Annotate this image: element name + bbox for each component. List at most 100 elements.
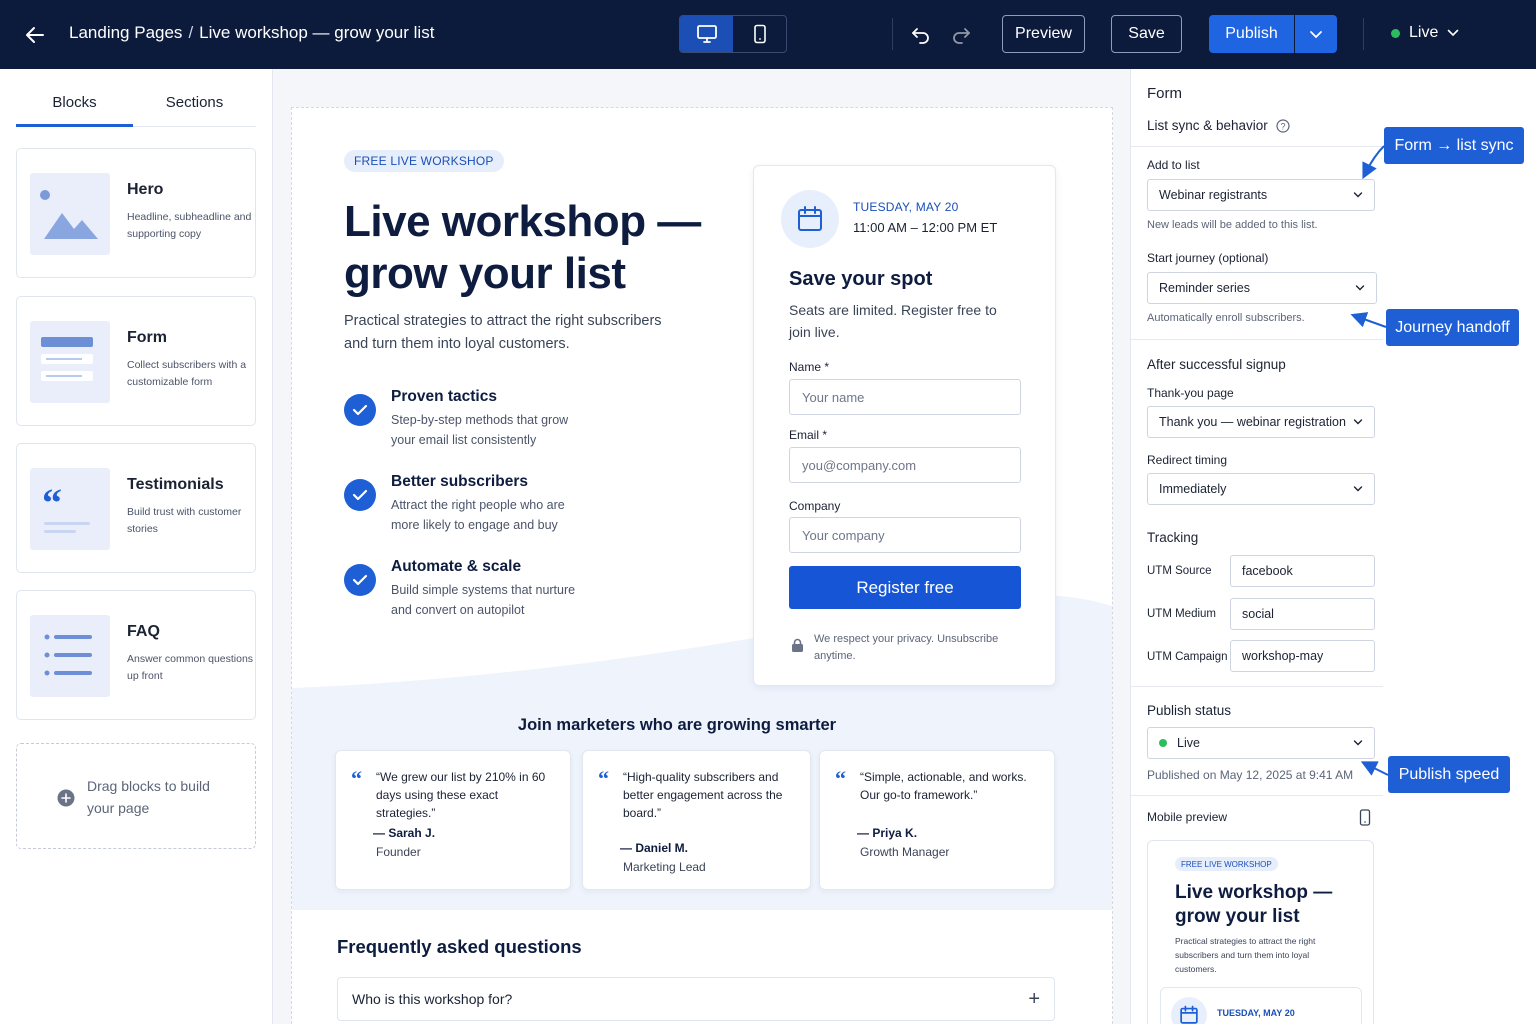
feature-item: Proven tactics Step-by-step methods that… <box>344 388 644 448</box>
testimonial-card[interactable]: “ “We grew our list by 210% in 60 days u… <box>335 750 571 890</box>
faq-question: Who is this workshop for? <box>352 991 513 1007</box>
hero-title[interactable]: Live workshop — grow your list <box>344 196 704 300</box>
register-button[interactable]: Register free <box>789 566 1021 609</box>
thankyou-page-select[interactable]: Thank you — webinar registration <box>1147 406 1375 438</box>
hero-badge: FREE LIVE WORKSHOP <box>344 150 504 172</box>
block-faq[interactable]: FAQ Answer common questions up front <box>16 590 256 720</box>
panel-tabs: Blocks Sections <box>16 91 256 127</box>
feature-description: Build simple systems that nurture and co… <box>391 583 576 617</box>
breadcrumb-current: Live workshop — grow your list <box>199 23 435 42</box>
privacy-note: We respect your privacy. Unsubscribe any… <box>814 633 999 662</box>
plus-circle-icon <box>57 789 75 807</box>
block-drop-zone[interactable]: Drag blocks to build your page <box>16 743 256 849</box>
utm-campaign-input[interactable] <box>1230 640 1375 672</box>
live-status-dot <box>1159 739 1167 747</box>
help-icon[interactable]: ? <box>1276 118 1290 133</box>
desktop-view-button[interactable] <box>680 16 733 52</box>
mobile-hero-subtitle: Practical strategies to attract the righ… <box>1175 936 1316 974</box>
testimonial-card[interactable]: “ “High-quality subscribers and better e… <box>582 750 811 890</box>
feature-title: Better subscribers <box>391 473 528 490</box>
calendar-icon <box>1180 1005 1198 1024</box>
utm-medium-input[interactable] <box>1230 598 1375 630</box>
mobile-form-card: TUESDAY, MAY 20 <box>1160 987 1362 1024</box>
company-field[interactable] <box>789 517 1021 553</box>
lock-icon <box>792 638 803 652</box>
select-value: Webinar registrants <box>1159 188 1268 202</box>
mobile-view-button[interactable] <box>733 16 786 52</box>
mobile-preview[interactable]: FREE LIVE WORKSHOP Live workshop — grow … <box>1147 840 1374 1024</box>
mobile-phone-icon[interactable] <box>1359 809 1371 826</box>
status-label: Live <box>1409 24 1439 41</box>
publish-split-button: Publish <box>1209 15 1337 53</box>
faq-item[interactable]: Who is this workshop for? + <box>337 977 1055 1021</box>
quote-icon: “ <box>42 480 90 533</box>
testimonial-quote: “High-quality subscribers and better eng… <box>623 770 783 820</box>
block-form[interactable]: Form Collect subscribers with a customiz… <box>16 296 256 426</box>
tracking-heading: Tracking <box>1147 530 1199 545</box>
top-bar: Landing Pages / Live workshop — grow your … <box>0 0 1536 69</box>
save-button[interactable]: Save <box>1111 15 1182 53</box>
testimonial-card[interactable]: “ “Simple, actionable, and works. Our go… <box>819 750 1055 890</box>
calendar-badge <box>1171 997 1207 1024</box>
quote-icon: “ <box>835 766 846 791</box>
testimonials-thumbnail: “ <box>30 468 110 550</box>
mobile-event-date: TUESDAY, MAY 20 <box>1217 1008 1295 1018</box>
back-arrow-icon[interactable] <box>22 22 48 48</box>
redirect-timing-select[interactable]: Immediately <box>1147 473 1375 505</box>
optional-tag: (optional) <box>1218 251 1269 265</box>
chevron-down-icon <box>1353 192 1363 198</box>
name-field[interactable] <box>789 379 1021 415</box>
panel-subtitle-text: List sync & behavior <box>1147 118 1268 133</box>
block-testimonials[interactable]: “ Testimonials Build trust with customer… <box>16 443 256 573</box>
callout-journey-handoff: Journey handoff <box>1386 309 1519 346</box>
email-field[interactable] <box>789 447 1021 483</box>
section-divider <box>1131 146 1383 147</box>
testimonial-role: Marketing Lead <box>623 860 706 874</box>
utm-medium-label: UTM Medium <box>1147 608 1217 620</box>
block-description: Build trust with customer stories <box>127 506 242 535</box>
testimonial-role: Growth Manager <box>860 845 950 859</box>
journey-label-text: Start journey <box>1147 251 1216 265</box>
quote-icon: “ <box>351 766 362 791</box>
chevron-down-icon <box>1355 285 1365 291</box>
publish-options-button[interactable] <box>1294 15 1337 53</box>
mobile-phone-icon <box>753 24 766 44</box>
block-hero[interactable]: Hero Headline, subheadline and supportin… <box>16 148 256 278</box>
tab-blocks[interactable]: Blocks <box>16 91 133 127</box>
chevron-down-icon <box>1448 29 1459 37</box>
journey-select[interactable]: Reminder series <box>1147 272 1377 304</box>
select-value: Live <box>1177 736 1200 750</box>
blocks-panel: Blocks Sections Hero Headline, subheadli… <box>0 69 273 1024</box>
form-thumbnail <box>30 321 110 403</box>
journey-help: Automatically enroll subscribers. <box>1147 312 1305 324</box>
preview-button[interactable]: Preview <box>1002 15 1085 53</box>
panel-title: Form <box>1147 85 1182 102</box>
block-description: Collect subscribers with a customizable … <box>127 359 247 388</box>
add-to-list-select[interactable]: Webinar registrants <box>1147 179 1375 211</box>
desktop-icon <box>696 25 717 43</box>
feature-item: Automate & scale Build simple systems th… <box>344 558 644 618</box>
chevron-down-icon <box>1353 486 1363 492</box>
tab-sections[interactable]: Sections <box>133 91 256 126</box>
faq-title[interactable]: Frequently asked questions <box>337 936 582 958</box>
toolbar-divider <box>892 18 893 50</box>
select-value: Thank you — webinar registration <box>1159 415 1346 429</box>
publish-button[interactable]: Publish <box>1209 15 1294 53</box>
redo-icon[interactable] <box>948 22 974 48</box>
callout-list-sync: Form → list sync <box>1384 127 1524 164</box>
journey-label: Start journey (optional) <box>1147 251 1268 265</box>
undo-icon[interactable] <box>908 22 934 48</box>
status-dropdown[interactable]: Live <box>1391 24 1459 42</box>
hero-subtitle[interactable]: Practical strategies to attract the righ… <box>344 310 684 356</box>
publish-status-select[interactable]: Live <box>1147 727 1375 759</box>
feature-description: Step-by-step methods that grow your emai… <box>391 413 569 447</box>
form-subtitle: Seats are limited. Register free to join… <box>789 302 997 340</box>
utm-source-label: UTM Source <box>1147 565 1212 577</box>
image-icon <box>40 190 98 239</box>
section-divider <box>1131 686 1383 687</box>
utm-source-input[interactable] <box>1230 555 1375 587</box>
social-proof-heading[interactable]: Join marketers who are growing smarter <box>292 716 1062 735</box>
check-icon <box>344 394 376 426</box>
breadcrumb-root[interactable]: Landing Pages <box>69 23 182 42</box>
section-divider <box>1131 795 1383 796</box>
